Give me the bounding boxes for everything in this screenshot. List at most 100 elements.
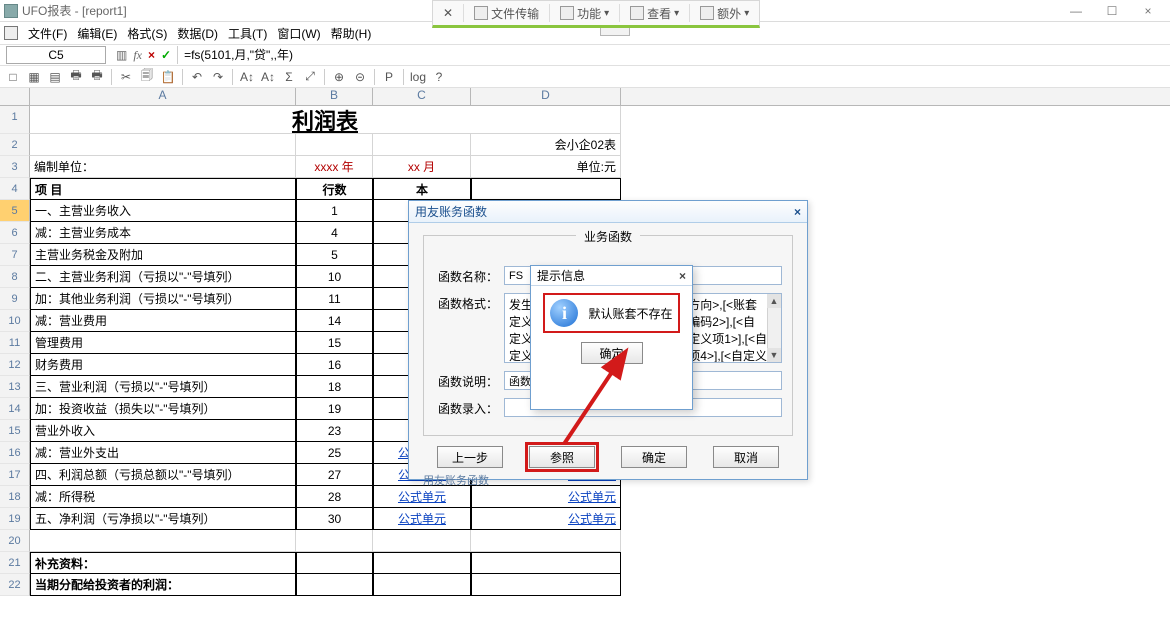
item-name[interactable]: 四、利润总额（亏损总额以"-"号填列） <box>30 464 296 486</box>
overlay-function-menu[interactable]: 功能▾ <box>556 3 613 24</box>
row-number[interactable]: 4 <box>296 222 373 244</box>
toolbar-button[interactable]: ▦ <box>25 68 43 86</box>
dropdown-icon[interactable]: ▥ <box>116 48 127 62</box>
menu-tool[interactable]: 工具(T) <box>224 25 271 42</box>
row-number[interactable]: 25 <box>296 442 373 464</box>
toolbar-button[interactable]: ✂ <box>117 68 135 86</box>
menu-data[interactable]: 数据(D) <box>173 25 222 42</box>
cell[interactable] <box>471 552 621 574</box>
toolbar-button[interactable]: log <box>409 68 427 86</box>
toolbar-button[interactable]: ▤ <box>46 68 64 86</box>
row-number[interactable]: 23 <box>296 420 373 442</box>
row-header[interactable]: 20 <box>0 530 30 552</box>
toolbar-button[interactable]: ⊝ <box>351 68 369 86</box>
scroll-down-icon[interactable]: ▼ <box>767 348 781 362</box>
cancel-button[interactable]: 取消 <box>713 446 779 468</box>
value-cell[interactable]: 公式单元 <box>373 508 471 530</box>
minimize-button[interactable]: — <box>1058 4 1094 18</box>
item-name[interactable]: 一、主营业务收入 <box>30 200 296 222</box>
row-header[interactable]: 6 <box>0 222 30 244</box>
row-header[interactable]: 14 <box>0 398 30 420</box>
menu-format[interactable]: 格式(S) <box>123 25 171 42</box>
formula-input[interactable]: =fs(5101,月,"贷",,年) <box>177 46 1170 64</box>
item-name[interactable]: 管理费用 <box>30 332 296 354</box>
close-button[interactable]: × <box>1130 4 1166 18</box>
row-number[interactable]: 11 <box>296 288 373 310</box>
cell[interactable] <box>296 134 373 156</box>
message-ok-button[interactable]: 确定 <box>581 342 643 364</box>
row-header[interactable]: 15 <box>0 420 30 442</box>
toolbar-button[interactable]: A↕ <box>238 68 256 86</box>
toolbar-button[interactable]: 🗐 <box>138 68 156 86</box>
row-header[interactable]: 9 <box>0 288 30 310</box>
row-number[interactable]: 18 <box>296 376 373 398</box>
function-dialog-close-icon[interactable]: × <box>794 205 801 219</box>
cell[interactable] <box>30 530 296 552</box>
overlay-file-transfer-button[interactable]: 文件传输 <box>470 3 543 24</box>
ok-button[interactable]: 确定 <box>621 446 687 468</box>
row-header[interactable]: 7 <box>0 244 30 266</box>
col-header-b[interactable]: B <box>296 88 373 105</box>
item-name[interactable]: 减：主营业务成本 <box>30 222 296 244</box>
row-number[interactable]: 5 <box>296 244 373 266</box>
message-close-icon[interactable]: × <box>679 269 686 283</box>
ref-button[interactable]: 参照 <box>529 446 595 468</box>
row-header[interactable]: 2 <box>0 134 30 156</box>
toolbar-button[interactable]: ? <box>430 68 448 86</box>
col-header-c[interactable]: C <box>373 88 471 105</box>
cell[interactable] <box>373 552 471 574</box>
item-name[interactable]: 减：营业外支出 <box>30 442 296 464</box>
item-name[interactable]: 二、主营业务利润（亏损以"-"号填列） <box>30 266 296 288</box>
cell-reference[interactable]: C5 <box>6 46 106 64</box>
cell[interactable] <box>373 134 471 156</box>
overlay-view-menu[interactable]: 查看▾ <box>626 3 683 24</box>
cancel-formula-icon[interactable]: × <box>148 48 155 62</box>
toolbar-button[interactable]: ↶ <box>188 68 206 86</box>
year-cell[interactable]: xxxx 年 <box>296 156 373 178</box>
item-name[interactable]: 五、净利润（亏净损以"-"号填列） <box>30 508 296 530</box>
row-number[interactable]: 30 <box>296 508 373 530</box>
row-header[interactable]: 4 <box>0 178 30 200</box>
value-cell[interactable]: 公式单元 <box>471 508 621 530</box>
prev-button[interactable]: 上一步 <box>437 446 503 468</box>
toolbar-button[interactable]: Σ <box>280 68 298 86</box>
row-number[interactable]: 14 <box>296 310 373 332</box>
row-header[interactable]: 22 <box>0 574 30 596</box>
scroll-up-icon[interactable]: ▲ <box>767 294 781 308</box>
row-number[interactable]: 1 <box>296 200 373 222</box>
row-header[interactable]: 16 <box>0 442 30 464</box>
item-name[interactable]: 加：其他业务利润（亏损以"-"号填列） <box>30 288 296 310</box>
item-name[interactable]: 营业外收入 <box>30 420 296 442</box>
message-titlebar[interactable]: 提示信息 × <box>531 266 692 286</box>
overlay-handle[interactable] <box>600 28 630 36</box>
col-header-a[interactable]: A <box>30 88 296 105</box>
overlay-close-button[interactable]: ✕ <box>439 4 457 22</box>
row-number[interactable]: 10 <box>296 266 373 288</box>
menu-window[interactable]: 窗口(W) <box>273 25 324 42</box>
row-header[interactable]: 19 <box>0 508 30 530</box>
cell[interactable] <box>471 530 621 552</box>
row-number[interactable]: 16 <box>296 354 373 376</box>
row-header[interactable]: 17 <box>0 464 30 486</box>
toolbar-button[interactable]: ⊕ <box>330 68 348 86</box>
accept-formula-icon[interactable]: ✓ <box>161 48 171 62</box>
menu-file[interactable]: 文件(F) <box>24 25 71 42</box>
row-header[interactable]: 1 <box>0 106 30 134</box>
toolbar-button[interactable]: 🖶 <box>67 68 85 86</box>
row-header[interactable]: 12 <box>0 354 30 376</box>
row-number[interactable]: 27 <box>296 464 373 486</box>
toolbar-button[interactable]: A↕ <box>259 68 277 86</box>
menu-edit[interactable]: 编辑(E) <box>73 25 121 42</box>
item-name[interactable]: 加：投资收益（损失以"-"号填列） <box>30 398 296 420</box>
row-header[interactable]: 13 <box>0 376 30 398</box>
item-name[interactable]: 减：所得税 <box>30 486 296 508</box>
cell[interactable] <box>471 574 621 596</box>
col-header-d[interactable]: D <box>471 88 621 105</box>
item-name[interactable]: 三、营业利润（亏损以"-"号填列） <box>30 376 296 398</box>
function-dialog-titlebar[interactable]: 用友账务函数 × <box>409 201 807 223</box>
toolbar-button[interactable]: P <box>380 68 398 86</box>
cell[interactable] <box>373 530 471 552</box>
corner-cell[interactable] <box>0 88 30 106</box>
row-header[interactable]: 18 <box>0 486 30 508</box>
menu-help[interactable]: 帮助(H) <box>327 25 376 42</box>
